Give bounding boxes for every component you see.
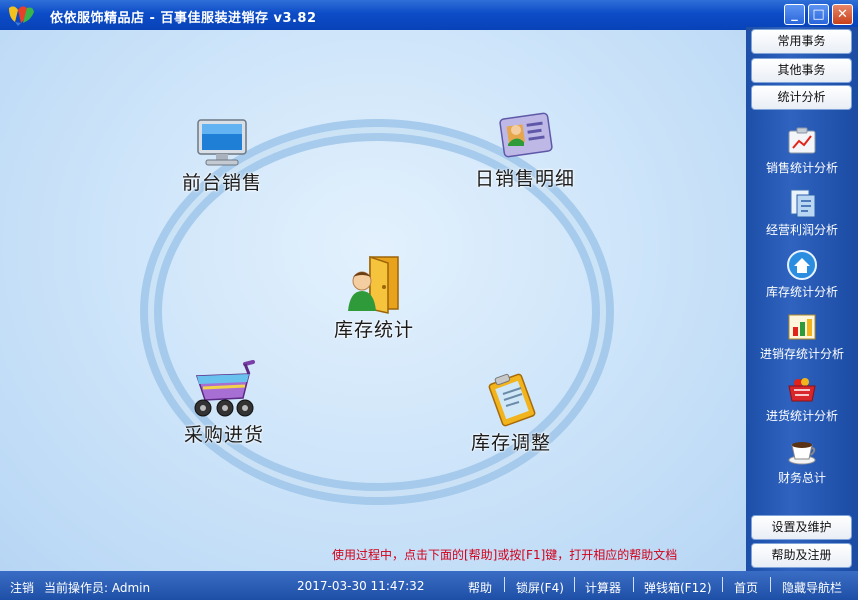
nav-item-inventory-analysis[interactable]: 库存统计分析 [746, 249, 858, 300]
monitor-icon [197, 119, 247, 166]
calculator-link[interactable]: 计算器 [585, 579, 621, 596]
nav-item-profit-analysis[interactable]: 经营利润分析 [746, 187, 858, 238]
app-logo-icon [9, 6, 34, 26]
id-card-icon [499, 112, 553, 158]
help-link[interactable]: 帮助 [468, 579, 492, 596]
tile-front-sales[interactable]: 前台销售 [170, 118, 274, 195]
datetime-display: 2017-03-30 11:47:32 [297, 579, 425, 593]
logout-link[interactable]: 注销 [10, 579, 34, 596]
shopping-cart-icon [194, 360, 255, 417]
cash-drawer-link[interactable]: 弹钱箱(F12) [644, 579, 712, 596]
app-window: 依依服饰精品店 - 百事佳服装进销存 v3.82 _ □ ✕ 前台销售 日销售明… [0, 0, 858, 600]
nav-item-sales-analysis-label: 销售统计分析 [765, 161, 838, 175]
hide-nav-link[interactable]: 隐藏导航栏 [782, 579, 842, 596]
nav-stats-analysis-button[interactable]: 统计分析 [751, 85, 852, 110]
tile-daily-sales-detail[interactable]: 日销售明细 [458, 110, 592, 191]
tile-front-sales-label: 前台销售 [181, 172, 262, 194]
door-user-icon [348, 255, 399, 314]
home-icon [787, 250, 817, 280]
status-separator [574, 577, 575, 592]
help-hint-text: 使用过程中，点击下面的[帮助]或按[F1]键，打开相应的帮助文档 [332, 548, 678, 562]
nav-settings-maintenance-button[interactable]: 设置及维护 [751, 515, 852, 540]
current-operator: 当前操作员: Admin [44, 581, 151, 595]
status-separator [504, 577, 505, 592]
nav-item-purchase-analysis[interactable]: 进货统计分析 [746, 373, 858, 424]
main-dashboard: 前台销售 日销售明细 库存统计 采购进货 库存调整 使用过程中，点击下面的[帮助… [0, 30, 746, 571]
nav-item-psi-analysis-label: 进销存统计分析 [759, 347, 844, 361]
nav-item-inventory-analysis-label: 库存统计分析 [765, 285, 838, 299]
window-title: 依依服饰精品店 - 百事佳服装进销存 v3.82 [50, 11, 317, 26]
bar-chart-icon [788, 314, 816, 340]
nav-item-sales-analysis[interactable]: 销售统计分析 [746, 125, 858, 176]
nav-item-finance-total[interactable]: 财务总计 [746, 435, 858, 486]
nav-item-purchase-analysis-label: 进货统计分析 [765, 409, 838, 423]
maximize-button[interactable]: □ [808, 4, 829, 25]
basket-icon [788, 378, 816, 402]
home-link[interactable]: 首页 [734, 579, 758, 596]
status-separator [722, 577, 723, 592]
right-nav-panel: 常用事务 其他事务 统计分析 销售统计分析 经营利润分析 库存统计分析 进销存统… [746, 27, 858, 571]
clipboard-icon [488, 373, 536, 427]
tile-inventory-adjust[interactable]: 库存调整 [456, 372, 566, 455]
nav-help-register-button[interactable]: 帮助及注册 [751, 543, 852, 568]
profit-doc-icon [790, 189, 816, 218]
nav-item-psi-analysis[interactable]: 进销存统计分析 [746, 311, 858, 362]
coffee-cup-icon [788, 442, 816, 465]
nav-item-profit-analysis-label: 经营利润分析 [765, 223, 838, 237]
tile-inventory-stats-label: 库存统计 [333, 319, 414, 341]
tile-inventory-adjust-label: 库存调整 [470, 432, 551, 454]
nav-other-tasks-button[interactable]: 其他事务 [751, 58, 852, 83]
minimize-button[interactable]: _ [784, 4, 805, 25]
status-bar: 注销 当前操作员: Admin 2017-03-30 11:47:32 帮助 锁… [0, 571, 858, 600]
title-bar[interactable]: 依依服饰精品店 - 百事佳服装进销存 v3.82 _ □ ✕ [0, 0, 858, 30]
status-separator [633, 577, 634, 592]
tile-daily-sales-detail-label: 日销售明细 [474, 168, 575, 190]
nav-common-tasks-button[interactable]: 常用事务 [751, 29, 852, 54]
sales-chart-icon [788, 127, 816, 154]
nav-item-finance-total-label: 财务总计 [777, 471, 826, 485]
lock-screen-link[interactable]: 锁屏(F4) [516, 579, 564, 596]
status-separator [770, 577, 771, 592]
tile-purchasing-label: 采购进货 [183, 424, 264, 446]
close-button[interactable]: ✕ [832, 4, 853, 25]
tile-purchasing[interactable]: 采购进货 [172, 360, 276, 447]
tile-inventory-stats[interactable]: 库存统计 [322, 255, 426, 342]
